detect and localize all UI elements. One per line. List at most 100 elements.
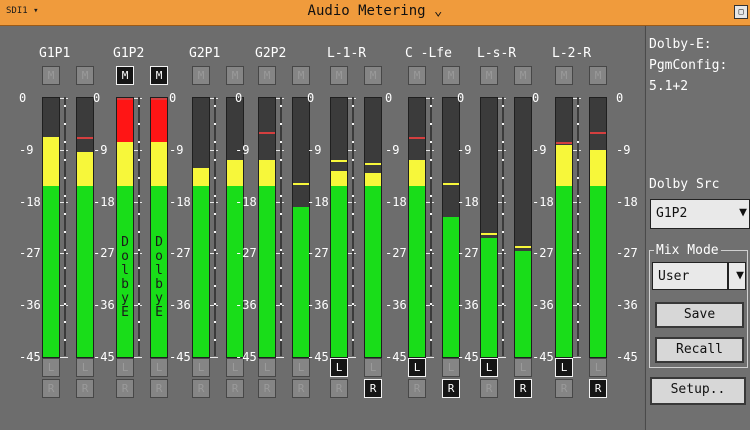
left-channel-button[interactable]: L xyxy=(116,358,134,377)
left-channel-button[interactable]: L xyxy=(480,358,498,377)
left-channel-button[interactable]: L xyxy=(330,358,348,377)
green-level xyxy=(43,186,59,357)
yellow-level xyxy=(151,142,167,187)
mute-button[interactable]: M xyxy=(42,66,60,85)
scale-label: -36 xyxy=(307,298,329,313)
scale-tick xyxy=(60,357,68,358)
right-channel-button[interactable]: R xyxy=(150,379,168,398)
left-channel-button[interactable]: L xyxy=(589,358,607,377)
scale-label: -9 xyxy=(169,142,184,157)
mute-button[interactable]: M xyxy=(150,66,168,85)
level-meter xyxy=(226,97,244,358)
app-title[interactable]: Audio Metering ⌄ xyxy=(0,3,750,19)
group-label: L-s-R xyxy=(477,46,517,61)
right-channel-button[interactable]: R xyxy=(292,379,310,398)
meter-dots xyxy=(352,97,354,356)
mute-button[interactable]: M xyxy=(442,66,460,85)
recall-button[interactable]: Recall xyxy=(655,337,744,363)
mute-button[interactable]: M xyxy=(555,66,573,85)
level-meter: D o l b y E xyxy=(150,97,168,358)
right-channel-button[interactable]: R xyxy=(408,379,426,398)
scale-label: -9 xyxy=(532,142,547,157)
mute-button[interactable]: M xyxy=(330,66,348,85)
scale-label: -45 xyxy=(19,350,41,364)
peak-indicator xyxy=(151,98,167,100)
scale-label: -45 xyxy=(307,350,329,364)
yellow-level xyxy=(331,170,347,187)
group-label: L-2-R xyxy=(552,46,592,61)
scale-label: -9 xyxy=(457,142,472,157)
peak-indicator xyxy=(590,131,606,134)
green-level xyxy=(365,186,381,357)
level-meter xyxy=(192,97,210,358)
left-channel-button[interactable]: L xyxy=(408,358,426,377)
scale-tick xyxy=(134,357,142,358)
dolby-src-select[interactable]: G1P2 ▼ xyxy=(650,199,750,229)
level-meter xyxy=(292,97,310,358)
left-channel-button[interactable]: L xyxy=(150,358,168,377)
right-channel-button[interactable]: R xyxy=(364,379,382,398)
scale-label: -27 xyxy=(93,246,115,261)
mute-button[interactable]: M xyxy=(480,66,498,85)
scale-label: -45 xyxy=(235,350,257,364)
left-channel-button[interactable]: L xyxy=(364,358,382,377)
mute-button[interactable]: M xyxy=(258,66,276,85)
mute-button[interactable]: M xyxy=(514,66,532,85)
scale-label: -36 xyxy=(385,298,407,313)
green-level xyxy=(227,186,243,357)
mute-button[interactable]: M xyxy=(192,66,210,85)
dolby-e-label: Dolby-E: xyxy=(649,37,712,52)
right-channel-button[interactable]: R xyxy=(555,379,573,398)
right-channel-button[interactable]: R xyxy=(116,379,134,398)
level-meter xyxy=(364,97,382,358)
scale-label: 0 xyxy=(532,91,540,105)
scale-label: -18 xyxy=(457,194,479,209)
mute-button[interactable]: M xyxy=(292,66,310,85)
left-channel-button[interactable]: L xyxy=(258,358,276,377)
scale-label: -27 xyxy=(616,246,638,261)
mute-button[interactable]: M xyxy=(116,66,134,85)
meter-area: G1P1 M L R M L R 0 -9 -18 -27 -36 -45 G1P2 M D o l b y … xyxy=(0,26,644,430)
right-channel-button[interactable]: R xyxy=(76,379,94,398)
title-bar: SDI1 ▾ Audio Metering ⌄ □ xyxy=(0,0,750,26)
scale-label: 0 xyxy=(385,91,393,105)
group-label: C -Lfe xyxy=(405,46,452,61)
right-channel-button[interactable]: R xyxy=(42,379,60,398)
mute-button[interactable]: M xyxy=(408,66,426,85)
right-channel-button[interactable]: R xyxy=(192,379,210,398)
peak-indicator xyxy=(409,136,425,139)
pgm-config-value: 5.1+2 xyxy=(649,79,689,94)
right-channel-button[interactable]: R xyxy=(480,379,498,398)
left-channel-button[interactable]: L xyxy=(192,358,210,377)
left-channel-button[interactable]: L xyxy=(555,358,573,377)
right-channel-button[interactable]: R xyxy=(442,379,460,398)
window-toggle-icon[interactable]: □ xyxy=(734,5,748,19)
right-channel-button[interactable]: R xyxy=(589,379,607,398)
dolby-e-vertical-label: D o l b y E xyxy=(155,235,163,320)
mix-mode-select[interactable]: User xyxy=(652,262,728,290)
right-channel-button[interactable]: R xyxy=(226,379,244,398)
dropdown-arrow-icon: ▼ xyxy=(736,268,744,283)
level-meter xyxy=(442,97,460,358)
left-channel-button[interactable]: L xyxy=(42,358,60,377)
group-label: G2P1 xyxy=(189,46,221,61)
mute-button[interactable]: M xyxy=(364,66,382,85)
mix-mode-arrow-button[interactable]: ▼ xyxy=(728,262,746,290)
scale-label: -9 xyxy=(307,142,322,157)
peak-indicator xyxy=(331,160,347,163)
group-label: G1P1 xyxy=(39,46,71,61)
scale-label: -9 xyxy=(93,142,108,157)
mute-button[interactable]: M xyxy=(76,66,94,85)
right-channel-button[interactable]: R xyxy=(330,379,348,398)
meter-dots xyxy=(430,97,432,356)
pgm-config-label: PgmConfig: xyxy=(649,58,728,73)
mute-button[interactable]: M xyxy=(226,66,244,85)
save-button[interactable]: Save xyxy=(655,302,744,328)
setup-button[interactable]: Setup.. xyxy=(650,377,746,405)
mute-button[interactable]: M xyxy=(589,66,607,85)
right-channel-button[interactable]: R xyxy=(258,379,276,398)
right-channel-button[interactable]: R xyxy=(514,379,532,398)
left-channel-button[interactable]: L xyxy=(514,358,532,377)
meter-dots xyxy=(502,97,504,356)
left-channel-button[interactable]: L xyxy=(76,358,94,377)
